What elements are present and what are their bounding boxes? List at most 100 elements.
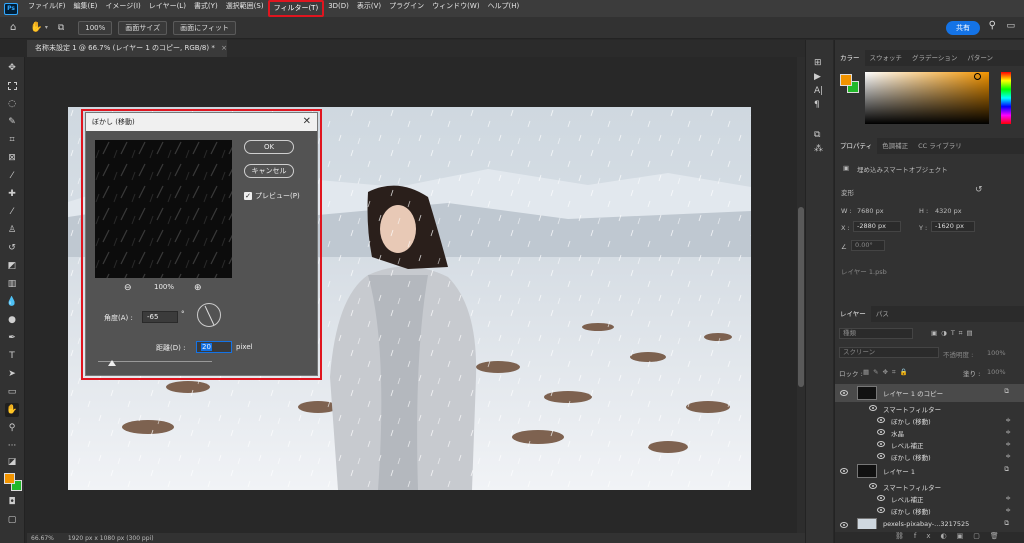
rectangle-tool-icon[interactable]: ▭ <box>5 385 19 399</box>
scrollbar-thumb[interactable] <box>798 207 804 387</box>
filter-visibility-eye-icon[interactable] <box>877 441 885 447</box>
close-tab-icon[interactable]: × <box>221 44 227 52</box>
panel-tab[interactable]: カラー <box>835 50 865 66</box>
blur-tool-icon[interactable]: 💧 <box>5 295 19 309</box>
menu-item[interactable]: ファイル(F) <box>24 0 70 17</box>
status-zoom[interactable]: 66.67% <box>31 535 54 542</box>
menu-item[interactable]: レイヤー(L) <box>145 0 190 17</box>
menu-item[interactable]: 3D(D) <box>324 0 353 17</box>
blending-options-icon[interactable]: ≑ <box>1006 506 1011 514</box>
filter-row[interactable]: ぼかし (移動) ≑ <box>835 414 1024 426</box>
blending-options-icon[interactable]: ≑ <box>1006 440 1011 448</box>
more-tools-icon[interactable]: ··· <box>5 439 19 453</box>
x-input[interactable]: -2880 px <box>853 221 901 232</box>
visibility-eye-icon[interactable] <box>840 390 848 396</box>
panel-tab[interactable]: パス <box>871 306 894 322</box>
eyedropper-tool-icon[interactable]: ⁄ <box>5 169 19 183</box>
smart-filter-row[interactable]: スマートフィルター <box>835 402 1024 414</box>
filter-preview[interactable] <box>95 140 232 278</box>
menu-item[interactable]: 選択範囲(S) <box>222 0 268 17</box>
screen-mode-icon[interactable]: ▢ <box>5 513 19 527</box>
home-icon[interactable]: ⌂ <box>10 22 16 33</box>
menu-item[interactable]: 編集(E) <box>70 0 102 17</box>
blending-options-icon[interactable]: ≑ <box>1006 428 1011 436</box>
eraser-tool-icon[interactable]: ◩ <box>5 259 19 273</box>
y-input[interactable]: -1620 px <box>931 221 975 232</box>
filter-row[interactable]: ぼかし (移動) ≑ <box>835 450 1024 462</box>
angle-input[interactable]: -65 <box>142 311 178 323</box>
layer-actions-icons[interactable]: ⛓fx◐▣▢🗑 <box>895 532 1009 540</box>
actions-icon[interactable]: ▶ <box>814 72 821 82</box>
menu-item[interactable]: ヘルプ(H) <box>484 0 524 17</box>
fit-screen-button[interactable]: 画面サイズ <box>118 20 168 35</box>
visibility-eye-icon[interactable] <box>840 522 848 528</box>
default-colors-icon[interactable]: ◪ <box>5 455 19 469</box>
hue-slider[interactable] <box>1001 72 1011 124</box>
search-icon[interactable]: ⚲ <box>989 20 996 31</box>
close-icon[interactable]: ✕ <box>303 113 311 131</box>
hand-tool-icon[interactable]: ✋ <box>30 22 42 33</box>
panel-foreground-swatch[interactable] <box>840 74 852 86</box>
lasso-tool-icon[interactable]: ◌ <box>5 97 19 111</box>
pen-tool-icon[interactable]: ✒ <box>5 331 19 345</box>
menu-item[interactable]: イメージ(I) <box>101 0 144 17</box>
layer-row[interactable]: レイヤー 1 ⧉ <box>835 462 1024 480</box>
foreground-color-swatch[interactable] <box>4 473 15 484</box>
visibility-eye-icon[interactable] <box>840 468 848 474</box>
history-brush-tool-icon[interactable]: ↺ <box>5 241 19 255</box>
share-button[interactable]: 共有 <box>946 21 980 35</box>
panel-tab[interactable]: グラデーション <box>907 50 962 66</box>
preview-checkbox[interactable]: ✓ <box>244 192 252 200</box>
path-select-tool-icon[interactable]: ➤ <box>5 367 19 381</box>
clone-source-icon[interactable]: ⧉ <box>814 130 820 140</box>
ok-button[interactable]: OK <box>244 140 294 154</box>
history-icon[interactable]: ⊞ <box>814 58 822 68</box>
clone-stamp-tool-icon[interactable]: ♙ <box>5 223 19 237</box>
menu-item[interactable]: プラグイン <box>385 0 428 17</box>
brush-tool-icon[interactable]: ⁄ <box>5 205 19 219</box>
type-tool-icon[interactable]: T <box>5 349 19 363</box>
layer-row[interactable]: pexels-pixabay-...3217525 ⧉ <box>835 516 1024 529</box>
panel-tab[interactable]: スウォッチ <box>865 50 908 66</box>
menu-item[interactable]: 表示(V) <box>353 0 385 17</box>
distance-slider-thumb[interactable] <box>107 360 116 366</box>
smart-filter-row[interactable]: スマートフィルター <box>835 480 1024 492</box>
angle-dial[interactable] <box>197 303 221 327</box>
layer-filter-select[interactable]: 種類 <box>839 328 913 339</box>
panel-tab[interactable]: レイヤー <box>835 306 871 322</box>
blend-mode-select[interactable]: スクリーン <box>839 347 939 358</box>
healing-brush-tool-icon[interactable]: ✚ <box>5 187 19 201</box>
fill-value[interactable]: 100% <box>987 368 1006 376</box>
panel-tab[interactable]: 色調補正 <box>877 138 913 154</box>
dodge-tool-icon[interactable]: ● <box>5 313 19 327</box>
filter-visibility-eye-icon[interactable] <box>877 507 885 513</box>
document-tab[interactable]: 名称未設定 1 @ 66.7% (レイヤー 1 のコピー, RGB/8) * × <box>27 40 227 57</box>
w-value[interactable]: 7680 px <box>857 207 884 215</box>
color-swatches[interactable] <box>4 473 22 491</box>
character-icon[interactable]: A| <box>814 86 823 96</box>
frame-tool-icon[interactable]: ⊠ <box>5 151 19 165</box>
filter-row[interactable]: 水晶 ≑ <box>835 426 1024 438</box>
filter-visibility-eye-icon[interactable] <box>869 405 877 411</box>
filter-visibility-eye-icon[interactable] <box>869 483 877 489</box>
hand-tool-icon[interactable]: ✋ <box>5 403 19 417</box>
panel-tab[interactable]: プロパティ <box>835 138 878 154</box>
zoom-100-button[interactable]: 100% <box>78 20 113 35</box>
rotation-input[interactable]: 0.00° <box>851 240 885 251</box>
panel-tab[interactable]: CC ライブラリ <box>913 138 967 154</box>
quick-select-tool-icon[interactable]: ✎ <box>5 115 19 129</box>
filter-visibility-eye-icon[interactable] <box>877 453 885 459</box>
zoom-tool-icon[interactable]: ⚲ <box>5 421 19 435</box>
scroll-all-windows-icon[interactable]: ⧉ <box>58 23 64 33</box>
layer-row[interactable]: レイヤー 1 のコピー ⧉ <box>835 384 1024 402</box>
reset-transform-icon[interactable]: ↺ <box>975 185 983 195</box>
blending-options-icon[interactable]: ≑ <box>1006 452 1011 460</box>
cancel-button[interactable]: キャンセル <box>244 164 294 178</box>
crop-tool-icon[interactable]: ⌗ <box>5 133 19 147</box>
gradient-tool-icon[interactable]: ▥ <box>5 277 19 291</box>
paragraph-icon[interactable]: ¶ <box>814 100 820 110</box>
opacity-value[interactable]: 100% <box>987 349 1006 357</box>
filter-row[interactable]: レベル補正 ≑ <box>835 438 1024 450</box>
filter-visibility-eye-icon[interactable] <box>877 417 885 423</box>
filter-row[interactable]: レベル補正 ≑ <box>835 492 1024 504</box>
